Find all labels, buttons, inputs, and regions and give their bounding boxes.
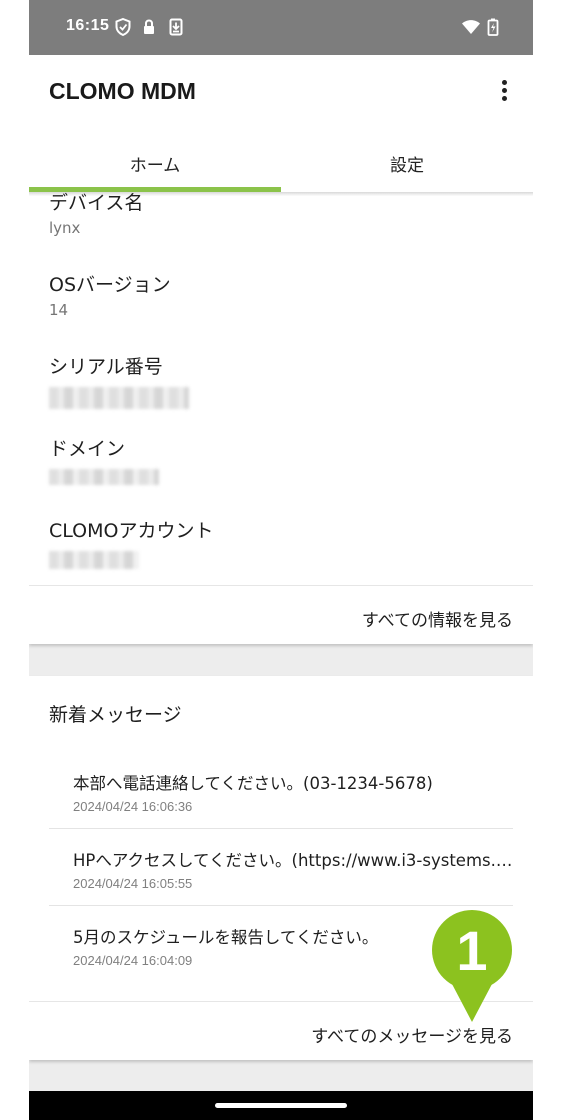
info-label: デバイス名	[49, 192, 144, 214]
tab-settings[interactable]: 設定	[281, 147, 533, 193]
info-item-device-name: デバイス名 lynx	[49, 188, 143, 237]
info-item-serial-number: シリアル番号	[49, 352, 189, 409]
divider	[49, 828, 513, 829]
phone-screen: 16:15 CLOMO MDM ホーム 設定 デバイス名 lynx OSバージョ…	[29, 0, 533, 1120]
message-text: HPへアクセスしてください。(https://www.i3-systems.co…	[73, 851, 513, 870]
app-title: CLOMO MDM	[49, 78, 196, 104]
message-date: 2024/04/24 16:05:55	[73, 876, 193, 891]
info-label: CLOMOアカウント	[49, 520, 214, 542]
more-vert-icon[interactable]	[495, 79, 515, 103]
callout-number: 1	[456, 919, 487, 982]
info-item-os-version: OSバージョン 14	[49, 270, 171, 319]
navigation-bar	[29, 1091, 533, 1120]
messages-section-title: 新着メッセージ	[49, 704, 182, 726]
shield-icon	[115, 18, 131, 36]
message-item[interactable]: 本部へ電話連絡してください。(03-1234-5678) 2024/04/24 …	[73, 770, 513, 814]
info-label: ドメイン	[49, 438, 126, 460]
redacted-value	[49, 387, 189, 409]
callout-marker: 1	[432, 910, 512, 1022]
divider	[29, 585, 533, 586]
redacted-value	[49, 551, 139, 569]
info-label: OSバージョン	[49, 274, 171, 296]
download-icon	[169, 18, 183, 36]
tab-settings-label: 設定	[390, 156, 424, 176]
info-value: lynx	[49, 219, 81, 237]
info-item-clomo-account: CLOMOアカウント	[49, 516, 213, 569]
device-info-card: デバイス名 lynx OSバージョン 14 シリアル番号 ドメイン CLOMOア…	[29, 192, 533, 644]
redacted-value	[49, 469, 159, 485]
info-value: 14	[49, 301, 69, 319]
wifi-icon	[462, 20, 480, 34]
lock-icon	[144, 19, 154, 34]
message-item[interactable]: HPへアクセスしてください。(https://www.i3-systems.co…	[73, 847, 513, 891]
tab-home-label: ホーム	[129, 156, 181, 176]
status-bar: 16:15	[29, 0, 533, 55]
home-gesture-handle[interactable]	[215, 1103, 347, 1108]
message-text: 本部へ電話連絡してください。(03-1234-5678)	[73, 774, 433, 793]
info-item-domain: ドメイン	[49, 434, 159, 485]
app-bar: CLOMO MDM ホーム 設定	[29, 55, 533, 193]
info-label: シリアル番号	[49, 356, 163, 378]
battery-charging-icon	[487, 18, 499, 36]
see-all-info-button[interactable]: すべての情報を見る	[362, 606, 513, 631]
divider	[49, 905, 513, 906]
message-date: 2024/04/24 16:06:36	[73, 799, 193, 814]
status-time: 16:15	[66, 17, 110, 34]
